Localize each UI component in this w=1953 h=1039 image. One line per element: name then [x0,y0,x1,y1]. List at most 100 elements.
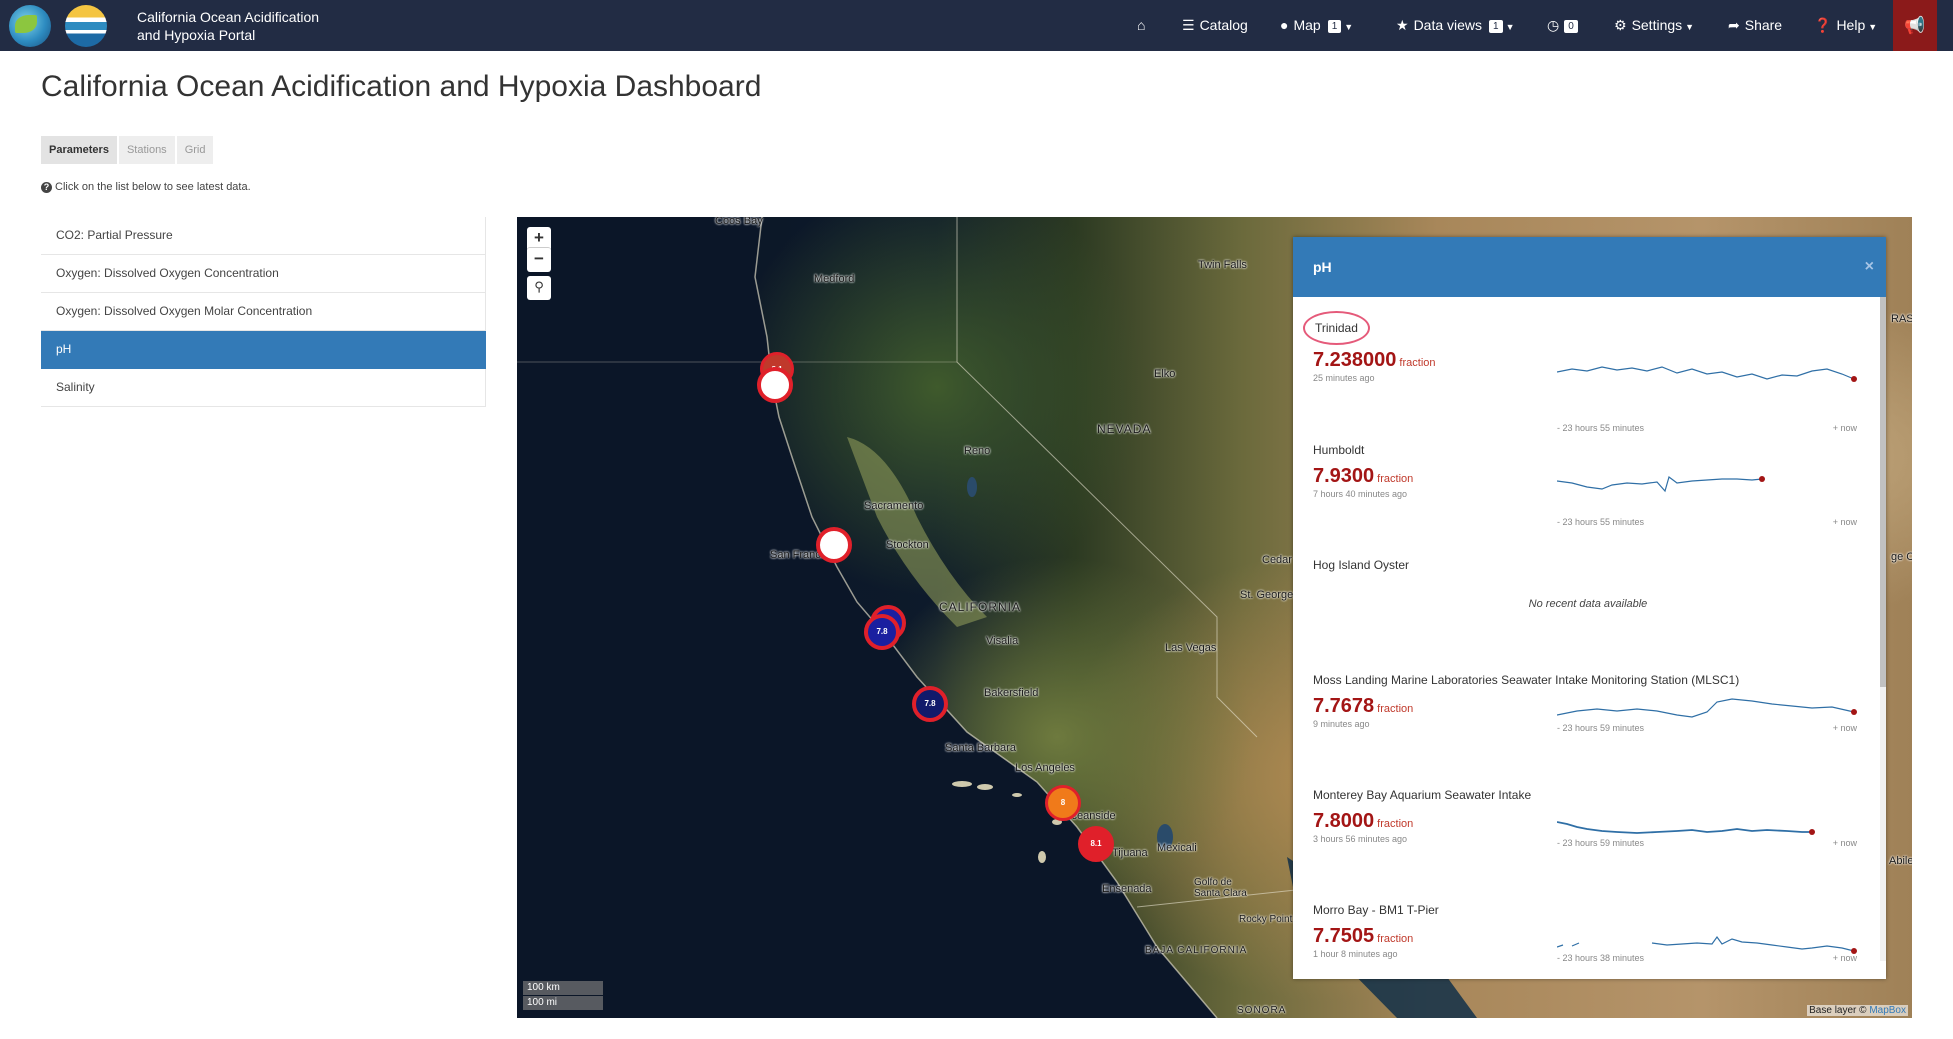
station-name[interactable]: Hog Island Oyster [1313,558,1863,572]
sparkline-range-end: + now [1832,723,1857,733]
mapbox-link[interactable]: MapBox [1869,1005,1906,1016]
data-views-menu[interactable]: ★ Data views 1 ▼ [1396,0,1515,51]
map-count-badge: 1 [1327,20,1342,33]
station-name[interactable]: Trinidad [1303,311,1370,345]
clock-icon: ◷ [1547,17,1560,33]
question-icon: ❓ [1814,17,1832,33]
settings-label: Settings [1631,17,1683,33]
brand-line-1: California Ocean Acidification [137,9,320,25]
place-label: ge Ci [1891,551,1912,563]
station-name[interactable]: Moss Landing Marine Laboratories Seawate… [1313,673,1863,687]
globe-icon: ● [1280,17,1289,33]
sparkline-range-start: - 23 hours 59 minutes [1557,723,1645,733]
help-menu[interactable]: ❓ Help ▼ [1814,0,1877,51]
station-item[interactable]: Hog Island Oyster No recent data availab… [1313,558,1863,610]
scrollbar-thumb[interactable] [1880,297,1886,687]
place-label: Coos Bay [715,217,763,227]
tab-stations[interactable]: Stations [118,136,175,164]
parameter-co2[interactable]: CO2: Partial Pressure [41,217,486,255]
station-marker[interactable]: 8.1 [1078,826,1114,862]
station-unit: fraction [1377,703,1414,715]
station-name[interactable]: Monterey Bay Aquarium Seawater Intake [1313,788,1863,802]
hint-label: Click on the list below to see latest da… [55,181,251,193]
place-label: SONORA [1237,1005,1287,1016]
station-unit: fraction [1399,357,1436,369]
share-button[interactable]: ➦ Share [1728,0,1782,51]
map-label: Map [1293,17,1321,33]
place-label: Medford [814,273,855,285]
brand-line-2: and Hypoxia Portal [137,27,256,43]
station-item[interactable]: Monterey Bay Aquarium Seawater Intake 7.… [1313,788,1863,848]
station-marker[interactable]: 7.8 [864,614,900,650]
station-marker[interactable]: 7.8 [912,686,948,722]
scale-bar-mi: 100 mi [523,996,603,1010]
cencoos-logo[interactable] [9,5,51,47]
place-label: CALIFORNIA [939,600,1022,614]
tab-parameters[interactable]: Parameters [41,136,117,164]
place-label: Santa Barbara [945,742,1016,754]
zoom-box-button[interactable]: ⚲ [527,276,551,300]
map-menu[interactable]: ● Map 1 ▼ [1280,0,1353,51]
place-label: Golfo de Santa Clara [1194,877,1247,899]
home-button[interactable]: ⌂ [1137,0,1150,51]
station-item[interactable]: Humboldt 7.9300 fraction 7 hours 40 minut… [1313,443,1863,527]
parameter-salinity[interactable]: Salinity [41,369,486,407]
parameter-dissolved-oxygen[interactable]: Oxygen: Dissolved Oxygen Concentration [41,255,486,293]
star-icon: ★ [1396,17,1409,33]
station-marker[interactable]: 8 [1045,785,1081,821]
list-icon: ☰ [1182,17,1195,33]
scale-bar-km: 100 km [523,981,603,995]
station-item[interactable]: Moss Landing Marine Laboratories Seawate… [1313,673,1863,733]
station-unit: fraction [1377,818,1414,830]
station-name[interactable]: Morro Bay - BM1 T-Pier [1313,903,1863,917]
station-marker-hog-island[interactable] [816,527,852,563]
chevron-down-icon: ▼ [1344,22,1354,32]
place-label: Cedar [1262,554,1292,566]
place-label: Rocky Point [1239,914,1293,925]
chevron-down-icon: ▼ [1868,22,1878,32]
panel-scrollbar[interactable] [1880,297,1886,961]
sparkline-range-end: + now [1832,953,1857,963]
megaphone-icon: 📢 [1904,16,1926,35]
attribution-text: Base layer © [1809,1005,1870,1016]
close-icon[interactable]: × [1865,237,1874,297]
place-label: Los Angeles [1015,762,1075,774]
place-label: BAJA CALIFORNIA [1145,945,1248,956]
station-item[interactable]: Morro Bay - BM1 T-Pier 7.7505 fraction 1 … [1313,903,1863,963]
place-label: NEVADA [1097,422,1152,436]
place-label: Ensenada [1102,883,1152,895]
top-navbar: California Ocean Acidification and Hypox… [0,0,1953,51]
timeseries-button[interactable]: ◷ 0 [1547,0,1578,51]
ph-data-panel: pH × Trinidad 7.238000 fraction 25 minute… [1293,237,1886,979]
station-name[interactable]: Humboldt [1313,443,1863,457]
station-item[interactable]: Trinidad 7.238000 fraction 25 minutes ago… [1303,311,1863,433]
home-icon: ⌂ [1137,17,1146,33]
catalog-button[interactable]: ☰ Catalog [1182,0,1248,51]
data-views-label: Data views [1413,17,1483,33]
zoom-out-button[interactable]: − [527,247,551,272]
place-label: St. George [1240,589,1294,601]
brand-title[interactable]: California Ocean Acidification and Hypox… [137,8,319,44]
place-label: Sacramento [864,500,924,512]
ph-sparkline [1557,475,1765,493]
station-value: 7.238000 [1313,349,1397,371]
sparkline-range-start: - 23 hours 55 minutes [1557,517,1645,527]
parameter-dissolved-oxygen-molar[interactable]: Oxygen: Dissolved Oxygen Molar Concentra… [41,293,486,331]
settings-menu[interactable]: ⚙ Settings ▼ [1614,0,1694,51]
station-unit: fraction [1377,933,1414,945]
ph-sparkline [1557,366,1857,382]
gear-icon: ⚙ [1614,17,1627,33]
station-value: 7.8000 [1313,810,1375,832]
station-value: 7.9300 [1313,465,1375,487]
station-unit: fraction [1377,473,1414,485]
place-label: Las Vegas [1165,642,1217,654]
station-value: 7.7505 [1313,925,1375,947]
sparkline-range-end: + now [1832,838,1857,848]
station-marker-trinidad[interactable] [757,367,793,403]
sparkline-range-start: - 23 hours 55 minutes [1557,423,1645,433]
portal-logo[interactable] [65,5,107,47]
tab-grid[interactable]: Grid [176,136,214,164]
parameter-ph[interactable]: pH [41,331,486,369]
announcements-button[interactable]: 📢 [1893,0,1937,51]
share-icon: ➦ [1728,17,1740,33]
